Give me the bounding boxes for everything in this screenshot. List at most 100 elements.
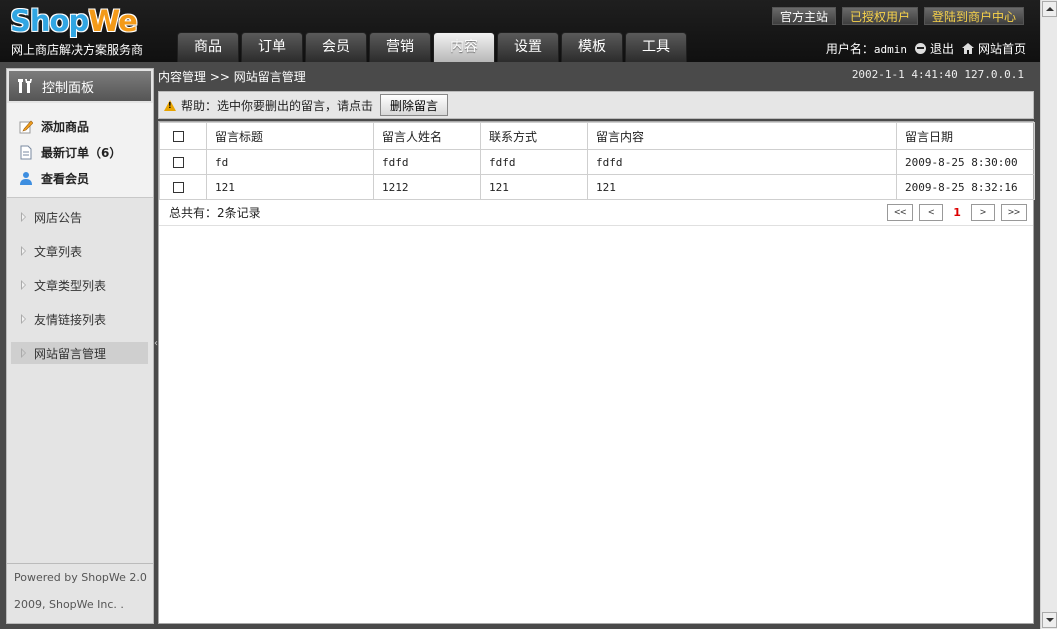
chevron-right-icon bbox=[21, 348, 26, 358]
quick-link-label: 添加商品 bbox=[41, 119, 90, 134]
user-icon bbox=[19, 171, 33, 186]
merchant-center-link[interactable]: 登陆到商户中心 bbox=[923, 7, 1024, 25]
cell-name: 1212 bbox=[373, 174, 481, 200]
tab-label: 商品 bbox=[194, 39, 222, 55]
top-links: 官方主站 已授权用户 登陆到商户中心 bbox=[771, 7, 1024, 25]
tab-marketing[interactable]: 营销 bbox=[369, 32, 431, 62]
control-panel-title: 控制面板 bbox=[42, 80, 95, 96]
tab-label: 设置 bbox=[514, 39, 542, 55]
document-icon bbox=[19, 145, 33, 160]
table-header-row: 留言标题 留言人姓名 联系方式 留言内容 留言日期 bbox=[159, 122, 1035, 150]
breadcrumb: 内容管理 >> 网站留言管理 bbox=[158, 70, 306, 84]
tab-label: 订单 bbox=[258, 39, 286, 55]
delete-message-button[interactable]: 删除留言 bbox=[380, 94, 449, 116]
main-nav-tabs: 商品 订单 会员 营销 内容 设置 模板 工具 bbox=[177, 32, 687, 62]
sidebar-item-label: 网店公告 bbox=[34, 210, 83, 225]
tools-icon bbox=[18, 79, 34, 93]
breadcrumb-bar: 内容管理 >> 网站留言管理 2002-1-1 4:41:40 127.0.0.… bbox=[158, 68, 1034, 88]
copyright-text: 2009, ShopWe Inc. . bbox=[14, 598, 124, 611]
column-header-name: 留言人姓名 bbox=[373, 122, 481, 150]
tab-settings[interactable]: 设置 bbox=[497, 32, 559, 62]
cell-contact: fdfd bbox=[480, 149, 588, 175]
current-page: 1 bbox=[953, 206, 961, 219]
table-row: 121 1212 121 121 2009-8-25 8:32:16 bbox=[159, 174, 1035, 200]
tab-label: 内容 bbox=[450, 39, 478, 55]
row-select-cell bbox=[159, 174, 207, 200]
logout-label: 退出 bbox=[929, 42, 954, 56]
sidebar-item-article-list[interactable]: 文章列表 bbox=[11, 240, 148, 262]
row-select-cell bbox=[159, 149, 207, 175]
tab-label: 营销 bbox=[386, 39, 414, 55]
quick-link-label: 查看会员 bbox=[41, 171, 90, 186]
logo-text-shop: Shop bbox=[10, 4, 89, 38]
record-count: 总共有：2条记录 bbox=[169, 206, 261, 220]
username-prefix: 用户名： bbox=[825, 42, 874, 56]
sidebar-item-label: 文章类型列表 bbox=[34, 278, 107, 293]
sidebar-item-label: 文章列表 bbox=[34, 244, 83, 259]
shopwe-logo[interactable]: ShopWe bbox=[10, 4, 138, 38]
latest-orders-link[interactable]: 最新订单（6） bbox=[19, 139, 153, 165]
pagination: << < 1 > >> bbox=[887, 204, 1027, 221]
sidebar-item-friend-links[interactable]: 友情链接列表 bbox=[11, 308, 148, 330]
tab-label: 工具 bbox=[642, 39, 670, 55]
message-table-panel: 留言标题 留言人姓名 联系方式 留言内容 留言日期 fd fdfd fdfd f… bbox=[158, 121, 1035, 624]
tab-label: 模板 bbox=[578, 39, 606, 55]
sidebar-item-label: 网站留言管理 bbox=[34, 346, 107, 361]
scroll-down-button[interactable] bbox=[1042, 612, 1057, 628]
cell-title: fd bbox=[206, 149, 374, 175]
control-panel-header[interactable]: 控制面板 bbox=[9, 71, 151, 101]
tab-products[interactable]: 商品 bbox=[177, 32, 239, 62]
sidebar-item-label: 友情链接列表 bbox=[34, 312, 107, 327]
username-label: 用户名：admin bbox=[826, 40, 907, 57]
prev-page-button[interactable]: < bbox=[919, 204, 944, 221]
tab-templates[interactable]: 模板 bbox=[561, 32, 623, 62]
help-text: 帮助：选中你要删出的留言，请点击 bbox=[181, 98, 374, 113]
sidebar-menu: 网店公告 文章列表 文章类型列表 友情链接列表 网站留言管理 bbox=[7, 198, 153, 364]
cell-content: fdfd bbox=[587, 149, 897, 175]
last-page-button[interactable]: >> bbox=[1000, 204, 1027, 221]
column-header-title: 留言标题 bbox=[206, 122, 374, 150]
datetime-ip: 2002-1-1 4:41:40 127.0.0.1 bbox=[851, 68, 1024, 81]
top-header: ShopWe 网上商店解决方案服务商 官方主站 已授权用户 登陆到商户中心 商品… bbox=[0, 0, 1040, 62]
user-bar: 用户名：admin 退出 网站首页 bbox=[826, 40, 1026, 57]
cell-date: 2009-8-25 8:32:16 bbox=[896, 174, 1035, 200]
chevron-right-icon bbox=[21, 246, 26, 256]
select-all-cell bbox=[159, 122, 207, 150]
chevron-right-icon bbox=[21, 280, 26, 290]
tab-content[interactable]: 内容 bbox=[433, 32, 495, 62]
edit-icon bbox=[19, 119, 34, 134]
official-site-link[interactable]: 官方主站 bbox=[771, 7, 836, 25]
view-members-link[interactable]: 查看会员 bbox=[19, 165, 153, 191]
tab-label: 会员 bbox=[322, 39, 350, 55]
home-label: 网站首页 bbox=[977, 42, 1026, 56]
sidebar-item-store-notice[interactable]: 网店公告 bbox=[11, 206, 148, 228]
sidebar-item-messages[interactable]: 网站留言管理 bbox=[11, 342, 148, 364]
chevron-right-icon bbox=[21, 314, 26, 324]
tab-tools[interactable]: 工具 bbox=[625, 32, 687, 62]
home-link[interactable]: 网站首页 bbox=[961, 40, 1026, 57]
row-checkbox[interactable] bbox=[173, 182, 184, 193]
row-checkbox[interactable] bbox=[173, 157, 184, 168]
authorized-user-link[interactable]: 已授权用户 bbox=[841, 7, 918, 25]
vertical-scrollbar[interactable] bbox=[1040, 0, 1057, 629]
tab-members[interactable]: 会员 bbox=[305, 32, 367, 62]
scroll-up-button[interactable] bbox=[1042, 1, 1057, 17]
sidebar-item-article-types[interactable]: 文章类型列表 bbox=[11, 274, 148, 296]
cell-date: 2009-8-25 8:30:00 bbox=[896, 149, 1035, 175]
powered-by-text: Powered by ShopWe 2.0 bbox=[14, 571, 147, 584]
logout-link[interactable]: 退出 bbox=[914, 40, 954, 57]
column-header-contact: 联系方式 bbox=[480, 122, 588, 150]
tab-orders[interactable]: 订单 bbox=[241, 32, 303, 62]
add-product-link[interactable]: 添加商品 bbox=[19, 113, 153, 139]
column-header-date: 留言日期 bbox=[896, 122, 1035, 150]
warning-icon bbox=[164, 99, 176, 111]
pagination-row: 总共有：2条记录 << < 1 > >> bbox=[159, 200, 1033, 226]
quick-links: 添加商品 最新订单（6） 查看会员 bbox=[7, 103, 153, 198]
select-all-checkbox[interactable] bbox=[173, 131, 184, 142]
column-header-content: 留言内容 bbox=[587, 122, 897, 150]
first-page-button[interactable]: << bbox=[887, 204, 914, 221]
logo-text-we: We bbox=[88, 4, 138, 38]
cell-name: fdfd bbox=[373, 149, 481, 175]
next-page-button[interactable]: > bbox=[970, 204, 995, 221]
home-icon bbox=[961, 43, 974, 54]
